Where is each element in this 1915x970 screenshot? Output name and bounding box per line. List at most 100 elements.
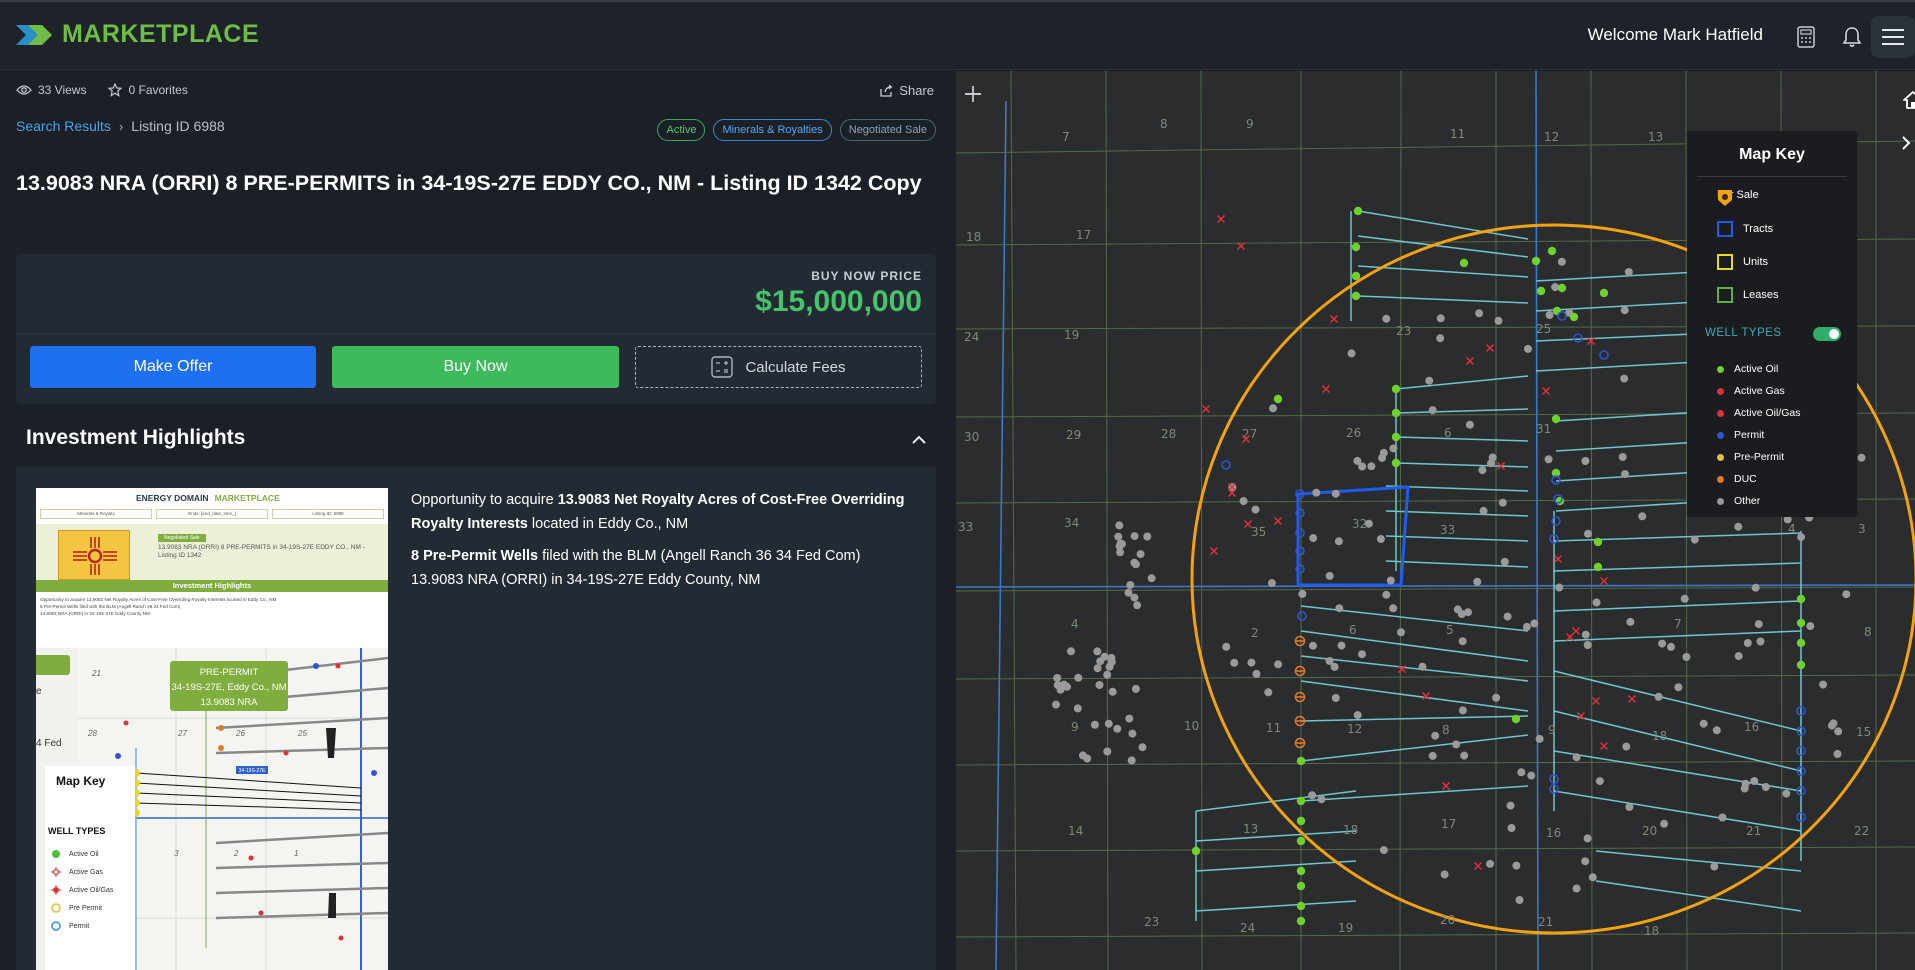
well-marker-other[interactable] — [1105, 662, 1114, 671]
well-marker-other[interactable] — [1492, 693, 1501, 702]
listing-flyer-thumbnail[interactable]: ENERGY DOMAIN MARKETPLACE Minerals & Roy… — [36, 488, 388, 970]
well-marker-other[interactable] — [1588, 873, 1597, 882]
well-marker-other[interactable] — [1386, 576, 1395, 585]
well-marker-other[interactable] — [1699, 719, 1708, 728]
well-marker-other[interactable] — [1515, 896, 1524, 904]
well-marker-other[interactable] — [1264, 688, 1273, 697]
well-marker-active-oil[interactable] — [1536, 286, 1546, 296]
well-marker-other[interactable] — [1584, 529, 1592, 538]
well-marker-other[interactable] — [1331, 489, 1340, 498]
well-marker-active-oil[interactable] — [1599, 288, 1609, 298]
well-marker-other[interactable] — [1128, 729, 1137, 738]
well-marker-other[interactable] — [1334, 537, 1343, 546]
well-marker-other[interactable] — [1143, 532, 1152, 541]
well-marker-other[interactable] — [1667, 642, 1675, 651]
well-marker-other[interactable] — [1457, 610, 1466, 618]
well-marker-other[interactable] — [1506, 801, 1515, 810]
well-marker-other[interactable] — [1595, 777, 1604, 786]
well-marker-other[interactable] — [1309, 641, 1317, 650]
well-marker-other[interactable] — [1690, 535, 1699, 544]
well-marker-other[interactable] — [1544, 455, 1553, 464]
well-marker-active-oil[interactable] — [1191, 846, 1201, 856]
well-marker-other[interactable] — [1230, 658, 1239, 667]
map-view[interactable]: 7 8 9 11 12 13 18 17 24 19 23 25 30 29 28 27 26 6 31 33 34 35… — [956, 71, 1915, 970]
well-marker-other[interactable] — [1465, 420, 1474, 429]
well-marker-other[interactable] — [1718, 813, 1727, 822]
well-type-item[interactable]: Active Oil/Gas — [1717, 407, 1801, 419]
well-marker-other[interactable] — [1136, 550, 1145, 559]
well-marker-other[interactable] — [1658, 639, 1667, 648]
well-marker-other[interactable] — [1131, 684, 1140, 693]
make-offer-button[interactable]: Make Offer — [30, 346, 316, 388]
map-key-item[interactable]: Tracts — [1717, 221, 1773, 237]
well-marker-other[interactable] — [1833, 750, 1842, 758]
well-marker-other[interactable] — [1581, 630, 1590, 639]
well-marker-other[interactable] — [1252, 669, 1261, 678]
well-marker-other[interactable] — [1053, 681, 1062, 690]
well-marker-other[interactable] — [1053, 674, 1062, 682]
well-marker-active-oil[interactable] — [1557, 283, 1567, 293]
well-marker-other[interactable] — [1107, 653, 1116, 662]
well-marker-other[interactable] — [1622, 742, 1631, 751]
well-marker-other[interactable] — [1527, 771, 1536, 780]
well-marker-active-oil[interactable] — [1351, 291, 1361, 301]
well-marker-other[interactable] — [1806, 622, 1815, 631]
well-marker-other[interactable] — [1093, 647, 1102, 656]
well-marker-other[interactable] — [1063, 682, 1071, 691]
well-marker-active-oil[interactable] — [1353, 206, 1363, 216]
well-marker-other[interactable] — [1797, 533, 1806, 542]
well-marker-other[interactable] — [1247, 658, 1256, 667]
well-marker-other[interactable] — [1638, 512, 1647, 521]
well-marker-active-oil[interactable] — [1296, 916, 1306, 926]
well-marker-other[interactable] — [1572, 884, 1581, 893]
well-marker-other[interactable] — [1078, 751, 1087, 760]
well-marker-other[interactable] — [1382, 314, 1391, 323]
well-marker-other[interactable] — [1115, 521, 1124, 530]
well-marker-other[interactable] — [1389, 604, 1398, 613]
well-marker-other[interactable] — [1734, 522, 1743, 531]
brand-logo[interactable]: MARKETPLACE — [16, 20, 259, 49]
well-marker-active-oil[interactable] — [1552, 306, 1562, 316]
well-marker-other[interactable] — [1428, 751, 1437, 760]
calculator-button[interactable] — [1785, 16, 1827, 58]
well-marker-other[interactable] — [1108, 687, 1117, 696]
well-marker-active-oil[interactable] — [1273, 394, 1283, 404]
well-marker-active-oil[interactable] — [1796, 594, 1806, 604]
well-marker-other[interactable] — [1842, 590, 1851, 599]
well-marker-active-oil[interactable] — [1296, 866, 1306, 876]
calculate-fees-button[interactable]: Calculate Fees — [635, 346, 922, 388]
well-marker-other[interactable] — [1478, 466, 1487, 475]
well-marker-other[interactable] — [1618, 453, 1627, 461]
well-marker-other[interactable] — [1458, 637, 1467, 646]
star-icon[interactable] — [108, 83, 123, 97]
well-marker-other[interactable] — [1074, 673, 1083, 682]
well-marker-other[interactable] — [1113, 724, 1122, 733]
well-marker-other[interactable] — [1710, 862, 1719, 871]
well-marker-other[interactable] — [1397, 628, 1405, 637]
well-marker-active-oil[interactable] — [1551, 414, 1561, 424]
well-marker-active-oil[interactable] — [1511, 714, 1521, 724]
well-type-item[interactable]: Active Gas — [1717, 385, 1785, 397]
well-marker-other[interactable] — [1309, 534, 1318, 543]
well-marker-other[interactable] — [1674, 683, 1683, 692]
well-marker-other[interactable] — [1754, 620, 1763, 629]
well-type-item[interactable]: DUC — [1717, 473, 1757, 485]
well-marker-other[interactable] — [1624, 268, 1633, 276]
well-marker-other[interactable] — [1052, 700, 1060, 709]
well-marker-other[interactable] — [1522, 622, 1531, 631]
well-marker-active-oil[interactable] — [1547, 246, 1557, 256]
well-marker-other[interactable] — [1353, 456, 1362, 465]
well-marker-other[interactable] — [1347, 349, 1356, 358]
well-marker-other[interactable] — [1090, 720, 1099, 729]
well-marker-other[interactable] — [1298, 589, 1307, 598]
map-key-item[interactable]: For Sale — [1717, 189, 1759, 206]
well-marker-other[interactable] — [1555, 583, 1564, 592]
well-marker-other[interactable] — [1751, 583, 1760, 592]
well-type-item[interactable]: Other — [1717, 495, 1760, 507]
well-marker-active-oil[interactable] — [1531, 256, 1541, 266]
well-marker-other[interactable] — [1133, 601, 1142, 610]
well-marker-active-oil[interactable] — [1391, 384, 1401, 394]
well-marker-other[interactable] — [1712, 726, 1721, 735]
well-marker-other[interactable] — [1125, 714, 1134, 723]
well-marker-other[interactable] — [1317, 795, 1326, 804]
